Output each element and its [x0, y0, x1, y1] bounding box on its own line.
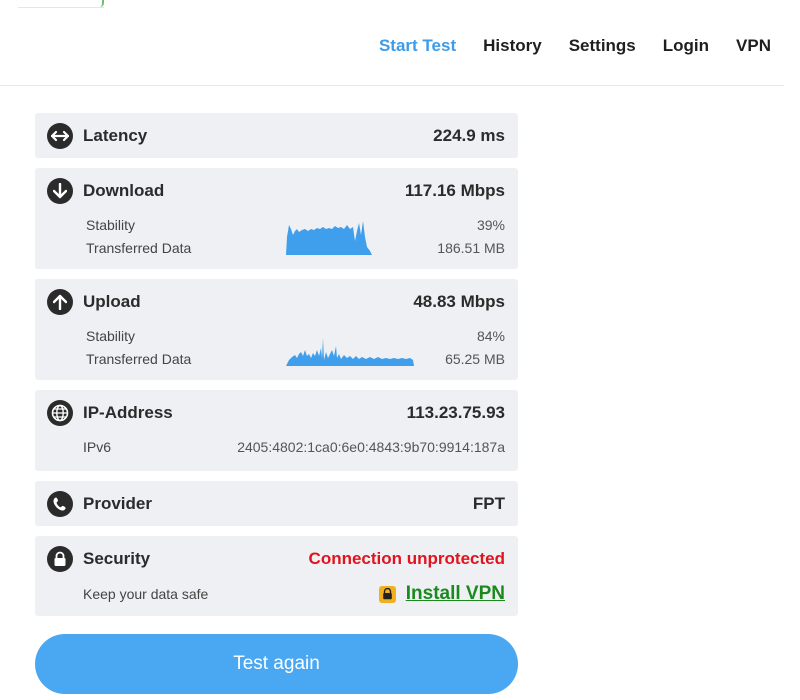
install-vpn-label: Install VPN [405, 583, 505, 604]
vpn-shield-icon [378, 585, 396, 603]
arrow-up-icon [47, 288, 73, 315]
download-speed-graph [286, 221, 372, 255]
upload-stability-label: Stability [86, 327, 136, 344]
download-stability-row: Stability 39% [47, 213, 505, 236]
download-graph-area [286, 221, 372, 255]
upload-value: 48.83 Mbps [413, 291, 505, 311]
logo[interactable] [18, 0, 104, 8]
download-transferred-value: 186.51 MB [437, 239, 505, 256]
upload-speed-graph [286, 338, 414, 366]
download-label: Download [83, 180, 165, 200]
test-again-button[interactable]: Test again [35, 634, 518, 694]
security-sub-label: Keep your data safe [83, 586, 209, 602]
nav-history[interactable]: History [483, 36, 542, 56]
results-panel: Latency 224.9 ms Download 117.16 Mbps St… [35, 113, 518, 626]
ipv6-label: IPv6 [83, 438, 112, 455]
upload-transferred-row: Transferred Data 65.25 MB [47, 347, 505, 370]
ip-address-label: IP-Address [83, 402, 173, 422]
upload-graph-area [286, 338, 414, 366]
upload-stability-value: 84% [476, 327, 505, 344]
provider-card: Provider FPT [35, 481, 518, 526]
nav-vpn[interactable]: VPN [736, 36, 771, 56]
arrows-horizontal-icon [47, 122, 73, 149]
ipv6-row: IPv6 2405:4802:1ca0:6e0:4843:9b70:9914:1… [47, 435, 505, 458]
lock-icon [47, 545, 73, 572]
upload-transferred-label: Transferred Data [86, 350, 192, 367]
security-status: Connection unprotected [308, 548, 505, 568]
provider-label: Provider [83, 493, 152, 513]
latency-card: Latency 224.9 ms [35, 113, 518, 158]
ip-address-card: IP-Address 113.23.75.93 IPv6 2405:4802:1… [35, 390, 518, 471]
provider-value: FPT [472, 493, 505, 513]
ipv6-value: 2405:4802:1ca0:6e0:4843:9b70:9914:187a [237, 438, 505, 455]
install-vpn-link[interactable]: Install VPN [378, 583, 505, 605]
upload-card: Upload 48.83 Mbps Stability 84% Transfer… [35, 279, 518, 380]
main-nav: Start Test History Settings Login VPN [379, 36, 771, 56]
download-card: Download 117.16 Mbps Stability 39% Trans… [35, 168, 518, 269]
header: Start Test History Settings Login VPN [0, 0, 784, 86]
globe-icon [47, 399, 73, 426]
security-label: Security [83, 548, 151, 568]
upload-transferred-value: 65.25 MB [445, 350, 505, 367]
ip-address-value: 113.23.75.93 [406, 402, 505, 422]
nav-start-test[interactable]: Start Test [379, 36, 456, 56]
upload-label: Upload [83, 291, 141, 311]
download-transferred-row: Transferred Data 186.51 MB [47, 236, 505, 259]
upload-stability-row: Stability 84% [47, 324, 505, 347]
nav-login[interactable]: Login [663, 36, 709, 56]
security-sub-row: Keep your data safe Install VPN [47, 581, 505, 607]
security-card: Security Connection unprotected Keep you… [35, 536, 518, 616]
download-transferred-label: Transferred Data [86, 239, 192, 256]
latency-value: 224.9 ms [433, 125, 505, 145]
arrow-down-icon [47, 177, 73, 204]
download-value: 117.16 Mbps [404, 180, 505, 200]
download-stability-label: Stability [86, 216, 136, 233]
latency-label: Latency [83, 125, 148, 145]
download-stability-value: 39% [476, 216, 505, 233]
phone-icon [47, 490, 73, 517]
nav-settings[interactable]: Settings [569, 36, 636, 56]
